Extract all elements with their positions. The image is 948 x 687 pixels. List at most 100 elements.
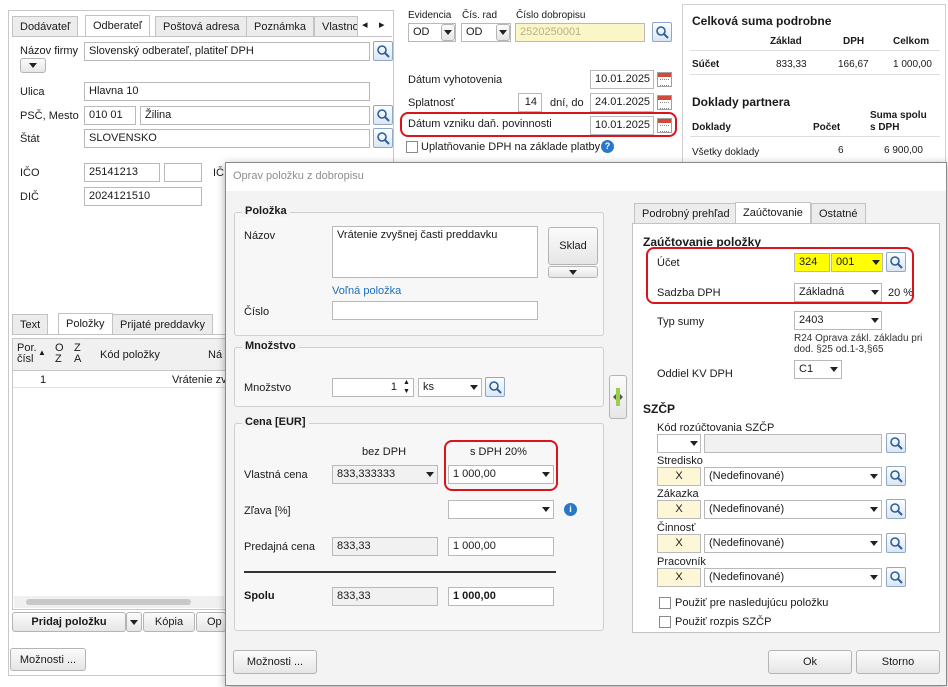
vyhotovenie-field[interactable]: 10.01.2025 bbox=[590, 70, 654, 89]
partner-row-suma: 6 900,00 bbox=[884, 145, 923, 156]
storno-button[interactable]: Storno bbox=[856, 650, 940, 674]
search-stat-button[interactable] bbox=[373, 128, 393, 148]
pracovnik-select[interactable]: (Nedefinované) bbox=[704, 568, 882, 587]
predajna-cena-label: Predajná cena bbox=[244, 541, 315, 553]
left-moznosti-button[interactable]: Možnosti ... bbox=[10, 648, 86, 671]
tab-text[interactable]: Text bbox=[12, 314, 49, 335]
typ-sumy-select[interactable]: 2403 bbox=[794, 311, 882, 330]
chevron-down-icon[interactable] bbox=[871, 318, 879, 323]
op-button[interactable]: Op bbox=[196, 612, 226, 632]
zlava-field[interactable] bbox=[448, 500, 554, 519]
dialog-moznosti-button[interactable]: Možnosti ... bbox=[233, 650, 317, 674]
search-cinnost-button[interactable] bbox=[886, 533, 906, 553]
ico-suffix-field[interactable] bbox=[164, 163, 202, 182]
ico-field[interactable]: 25141213 bbox=[84, 163, 160, 182]
firma-dropdown-button[interactable] bbox=[20, 58, 46, 73]
splatnost-days-field[interactable]: 14 bbox=[518, 93, 542, 112]
polozka-group-title: Položka bbox=[242, 205, 290, 217]
ic-label: IČ bbox=[213, 167, 224, 179]
sklad-button[interactable]: Sklad bbox=[548, 227, 598, 265]
search-mesto-button[interactable] bbox=[373, 105, 393, 125]
pouzit-rozpis-label: Použiť rozpis SZČP bbox=[675, 616, 772, 628]
tab-zauctovanie[interactable]: Zaúčtovanie bbox=[735, 202, 811, 224]
grid-scroll-thumb[interactable] bbox=[26, 599, 191, 605]
tab-poznamka[interactable]: Poznámka bbox=[246, 16, 314, 37]
calendar-icon[interactable] bbox=[657, 72, 672, 87]
ulica-field[interactable]: Hlavna 10 bbox=[84, 82, 370, 101]
summary-divider bbox=[690, 50, 940, 51]
search-zakazka-button[interactable] bbox=[886, 499, 906, 519]
info-icon[interactable]: i bbox=[564, 503, 577, 516]
tab-prijate-preddavky[interactable]: Prijaté preddavky bbox=[112, 314, 213, 335]
tab-ostatne[interactable]: Ostatné bbox=[811, 203, 866, 224]
info-icon[interactable]: ? bbox=[601, 140, 614, 153]
tab-polozky[interactable]: Položky bbox=[58, 313, 113, 335]
nazov-firmy-field[interactable]: Slovenský odberateľ, platiteľ DPH bbox=[84, 42, 370, 61]
pridaj-dropdown-button[interactable] bbox=[126, 612, 142, 632]
splatnost-date-field[interactable]: 24.01.2025 bbox=[590, 93, 654, 112]
vlastna-bez-field[interactable]: 833,333333 bbox=[332, 465, 438, 484]
search-jednotka-button[interactable] bbox=[485, 377, 505, 397]
sklad-dropdown-button[interactable] bbox=[548, 266, 598, 278]
nazov-textarea[interactable]: Vrátenie zvyšnej časti preddavku bbox=[332, 226, 538, 278]
tab-dodavatel[interactable]: Dodávateľ bbox=[12, 16, 79, 37]
pouzit-rozpis-checkbox[interactable] bbox=[659, 616, 671, 628]
zakazka-x-field[interactable]: X bbox=[657, 500, 701, 519]
summary-col-dph: DPH bbox=[843, 36, 865, 47]
chevron-down-icon[interactable] bbox=[870, 575, 878, 580]
kopia-button[interactable]: Kópia bbox=[143, 612, 195, 632]
spolu-s-field: 1 000,00 bbox=[448, 587, 554, 606]
ok-button[interactable]: Ok bbox=[768, 650, 852, 674]
pouzit-nasledujucu-checkbox[interactable] bbox=[659, 597, 671, 609]
uplatnovanie-checkbox[interactable] bbox=[406, 141, 418, 153]
cinnost-x-field[interactable]: X bbox=[657, 534, 701, 553]
stredisko-select[interactable]: (Nedefinované) bbox=[704, 467, 882, 486]
stat-field[interactable]: SLOVENSKO bbox=[84, 129, 370, 148]
search-dobropis-button[interactable] bbox=[652, 22, 672, 42]
chevron-down-icon[interactable] bbox=[870, 541, 878, 546]
stredisko-x-field[interactable]: X bbox=[657, 467, 701, 486]
chevron-down-icon[interactable] bbox=[426, 472, 434, 477]
tab-scroll-left-icon[interactable]: ◂ bbox=[362, 18, 368, 31]
search-pracovnik-button[interactable] bbox=[886, 567, 906, 587]
stepper-icon[interactable]: ▲ ▼ bbox=[403, 378, 410, 396]
zakazka-select[interactable]: (Nedefinované) bbox=[704, 500, 882, 519]
tab-podrobny-prehlad[interactable]: Podrobný prehľad bbox=[634, 203, 738, 224]
psc-field[interactable]: 010 01 bbox=[84, 106, 136, 125]
sort-asc-icon: ▲ bbox=[38, 348, 46, 357]
splitter-handle[interactable] bbox=[609, 375, 627, 419]
chevron-down-icon[interactable] bbox=[542, 507, 550, 512]
search-stredisko-button[interactable] bbox=[886, 466, 906, 486]
pracovnik-x-field[interactable]: X bbox=[657, 568, 701, 587]
tab-vlastnosti[interactable]: Vlastno bbox=[314, 16, 358, 37]
chevron-down-icon[interactable] bbox=[470, 385, 478, 390]
summary-title: Celková suma podrobne bbox=[692, 14, 832, 28]
partner-col-suma: Suma spolu s DPH bbox=[870, 110, 927, 133]
tab-odberatel[interactable]: Odberateľ bbox=[85, 15, 151, 37]
tab-scroll-right-icon[interactable]: ▸ bbox=[379, 18, 385, 31]
partner-col-pocet: Počet bbox=[813, 122, 841, 133]
spolu-bez-field: 833,33 bbox=[332, 587, 438, 606]
evidencia-dropdown[interactable] bbox=[441, 24, 455, 41]
chevron-down-icon[interactable] bbox=[870, 507, 878, 512]
cislo-label: Číslo bbox=[244, 306, 270, 318]
volna-polozka-link[interactable]: Voľná položka bbox=[332, 285, 401, 297]
chevron-down-icon bbox=[569, 269, 577, 275]
search-firma-button[interactable] bbox=[373, 41, 393, 61]
cinnost-select[interactable]: (Nedefinované) bbox=[704, 534, 882, 553]
search-kod-button[interactable] bbox=[886, 433, 906, 453]
chevron-down-icon[interactable] bbox=[690, 441, 698, 446]
calendar-icon[interactable] bbox=[657, 95, 672, 110]
mesto-field[interactable]: Žilina bbox=[140, 106, 370, 125]
cisrad-dropdown[interactable] bbox=[496, 24, 510, 41]
chevron-down-icon[interactable] bbox=[870, 474, 878, 479]
nazov-firmy-label: Názov firmy bbox=[20, 45, 79, 57]
pridaj-polozku-button[interactable]: Pridaj položku bbox=[12, 612, 126, 632]
chevron-down-icon[interactable] bbox=[830, 367, 838, 372]
cislo-field[interactable] bbox=[332, 301, 538, 320]
zlava-label: Zľava [%] bbox=[244, 505, 291, 517]
cislo-dobropisu-label: Číslo dobropisu bbox=[516, 10, 586, 21]
mnozstvo-field[interactable]: 1 bbox=[332, 378, 414, 397]
dic-field[interactable]: 2024121510 bbox=[84, 187, 202, 206]
tab-postova-adresa[interactable]: Poštová adresa bbox=[155, 16, 248, 37]
